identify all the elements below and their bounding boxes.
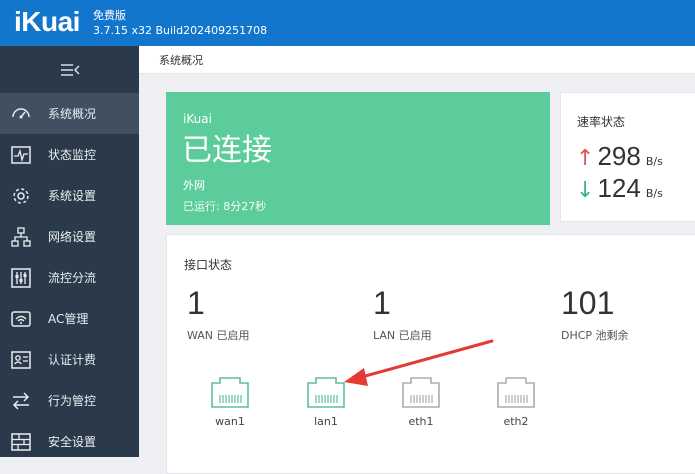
ikuai-logo[interactable]: iKuai — [14, 6, 80, 38]
arrow-down-icon: ↓ — [576, 178, 595, 203]
connection-status: 已连接 — [182, 133, 272, 168]
sidebar-item-network-settings[interactable]: 网络设置 — [0, 216, 139, 257]
ethernet-port-icon — [402, 377, 440, 408]
interface-status-title: 接口状态 — [184, 258, 233, 272]
wan-enabled-label: WAN 已启用 — [187, 329, 250, 342]
download-rate: ↓ 124 B/s — [576, 173, 663, 203]
wan-enabled-stat[interactable]: 1 WAN 已启用 — [187, 285, 250, 343]
sidebar-item-label: 网络设置 — [48, 230, 97, 244]
sidebar: 系统概况 状态监控 系统设置 网络设置 流控分流 AC管理 认证计费 行为管控 … — [0, 46, 139, 457]
sidebar-item-label: 行为管控 — [48, 394, 97, 408]
connection-uptime: 已运行: 8分27秒 — [183, 200, 267, 213]
upload-rate-value: 298 — [597, 141, 641, 171]
rate-title: 速率状态 — [577, 115, 626, 129]
sidebar-item-system-settings[interactable]: 系统设置 — [0, 175, 139, 216]
port-label: lan1 — [314, 415, 338, 428]
sidebar-item-label: 认证计费 — [48, 353, 97, 367]
port-label: eth1 — [408, 415, 434, 428]
upload-rate-unit: B/s — [645, 155, 663, 168]
connection-type: 外网 — [183, 179, 205, 192]
sidebar-item-label: 系统概况 — [48, 107, 97, 121]
main-content: 系统概况 iKuai 已连接 外网 已运行: 8分27秒 速率状态 ↑ 298 … — [139, 46, 695, 474]
traffic-control-icon — [11, 268, 31, 288]
sidebar-item-ac-management[interactable]: AC管理 — [0, 298, 139, 339]
firewall-icon — [11, 433, 31, 451]
port-label: eth2 — [503, 415, 529, 428]
sidebar-item-auth-billing[interactable]: 认证计费 — [0, 339, 139, 380]
sidebar-item-security-settings[interactable]: 安全设置 — [0, 421, 139, 462]
port-eth2[interactable]: eth2 — [486, 375, 546, 428]
port-wan1[interactable]: wan1 — [200, 375, 260, 428]
connection-status-card: iKuai 已连接 外网 已运行: 8分27秒 — [166, 92, 550, 225]
sidebar-item-label: 状态监控 — [48, 148, 97, 162]
ac-icon — [11, 311, 31, 327]
upload-rate: ↑ 298 B/s — [576, 141, 663, 171]
sidebar-item-label: 流控分流 — [48, 271, 97, 285]
interface-status-card: 接口状态 1 WAN 已启用 1 LAN 已启用 101 DHCP 池剩余 wa… — [166, 234, 695, 474]
dhcp-pool-remaining: 101 — [561, 285, 615, 321]
port-eth1[interactable]: eth1 — [391, 375, 451, 428]
download-rate-value: 124 — [597, 173, 641, 203]
lan-enabled-count: 1 — [373, 285, 391, 321]
network-icon — [11, 227, 31, 247]
behavior-control-icon — [12, 392, 30, 410]
rate-status-card: 速率状态 ↑ 298 B/s ↓ 124 B/s — [560, 92, 695, 222]
wan-enabled-count: 1 — [187, 285, 205, 321]
gear-icon — [13, 188, 29, 204]
sidebar-item-label: 安全设置 — [48, 435, 97, 449]
lan-enabled-stat[interactable]: 1 LAN 已启用 — [373, 285, 432, 343]
top-bar: iKuai 免费版 3.7.15 x32 Build202409251708 — [0, 0, 695, 46]
dhcp-pool-stat[interactable]: 101 DHCP 池剩余 — [561, 285, 629, 343]
ethernet-port-icon — [497, 377, 535, 408]
sidebar-item-label: 系统设置 — [48, 189, 97, 203]
lan-enabled-label: LAN 已启用 — [373, 329, 432, 342]
ethernet-port-icon — [211, 377, 249, 408]
ethernet-port-icon — [307, 377, 345, 408]
download-rate-unit: B/s — [645, 187, 663, 200]
connection-brand: iKuai — [183, 112, 212, 126]
sidebar-item-behavior-control[interactable]: 行为管控 — [0, 380, 139, 421]
sidebar-item-label: AC管理 — [48, 312, 89, 326]
dashboard-icon — [12, 108, 30, 119]
collapse-menu-icon — [60, 63, 80, 76]
breadcrumb: 系统概况 — [139, 46, 695, 74]
sidebar-item-status-monitor[interactable]: 状态监控 — [0, 134, 139, 175]
port-label: wan1 — [215, 415, 245, 428]
dhcp-pool-label: DHCP 池剩余 — [561, 329, 629, 342]
port-lan1[interactable]: lan1 — [296, 375, 356, 428]
sidebar-item-traffic-control[interactable]: 流控分流 — [0, 257, 139, 298]
monitor-pulse-icon — [11, 146, 31, 164]
edition-label: 免费版 — [93, 9, 126, 22]
collapse-menu-button[interactable] — [0, 46, 139, 93]
sidebar-item-system-overview[interactable]: 系统概况 — [0, 93, 139, 134]
version-label: 3.7.15 x32 Build202409251708 — [93, 24, 268, 37]
auth-billing-icon — [11, 351, 31, 369]
arrow-up-icon: ↑ — [576, 146, 595, 171]
